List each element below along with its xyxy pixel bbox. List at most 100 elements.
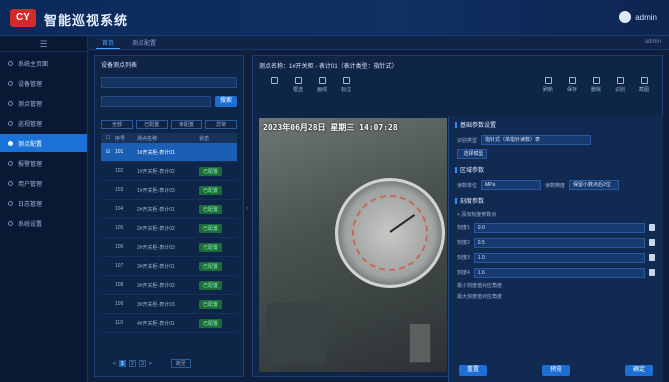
tag-icon	[342, 77, 350, 84]
delete-icon[interactable]	[649, 254, 655, 261]
top-header: CY 智能巡视系统 admin	[0, 0, 669, 36]
filter-chip-configured[interactable]: 已配置	[135, 120, 168, 129]
table-row[interactable]: 108 3#开关柜-表计02 已配置	[101, 276, 237, 295]
unit-input[interactable]: MPa	[481, 180, 542, 190]
search-button[interactable]: 搜索	[215, 96, 237, 107]
precision-select[interactable]: 保留小数点后2位	[569, 180, 620, 190]
scale-param-row: 刻度2 0.5	[449, 235, 663, 250]
preview-button[interactable]: 预览	[542, 365, 570, 376]
table-row[interactable]: 109 3#开关柜-表计03 已配置	[101, 295, 237, 314]
table-row[interactable]: 106 2#开关柜-表计03 已配置	[101, 238, 237, 257]
row-checkbox[interactable]: ☑	[101, 149, 115, 155]
sidebar-item-logs[interactable]: 日志管理	[0, 194, 87, 212]
scale-value-input[interactable]: 1.6	[473, 267, 645, 278]
delete-icon[interactable]	[649, 239, 655, 246]
recognition-type-select[interactable]: 指针式（单指针读数）表	[481, 135, 592, 145]
table-row[interactable]: 110 4#开关柜-表计01 已配置	[101, 314, 237, 333]
table-row[interactable]: 103 1#开关柜-表计03 已配置	[101, 181, 237, 200]
search-input-2[interactable]	[101, 96, 211, 107]
sidebar-item-devices[interactable]: 设备管理	[0, 74, 87, 92]
gear-icon	[8, 220, 13, 226]
tool-tag[interactable]: 标注	[337, 77, 355, 93]
section-region-title: 区域参数	[449, 161, 663, 178]
unit-label: 读数单位	[457, 182, 478, 189]
scale-param-row: 刻度1 0.0	[449, 220, 663, 235]
home-icon	[8, 60, 13, 66]
recognition-type-label: 识别类型	[457, 137, 478, 144]
max-angle-label: 最大刻度值对应角度	[457, 294, 503, 300]
tool-save-right[interactable]: 保存	[563, 77, 581, 93]
pagination: < 1 2 3 > 跳至	[113, 359, 191, 368]
sidebar-item-alarms[interactable]: 报警管理	[0, 154, 87, 172]
sidebar-item-patrol[interactable]: 巡视管理	[0, 114, 87, 132]
config-icon	[8, 140, 13, 146]
reset-button[interactable]: 重置	[459, 365, 487, 376]
brand-logo: CY	[10, 9, 36, 27]
sidebar-item-settings[interactable]: 系统设置	[0, 214, 87, 232]
select-model-button[interactable]: 选择模型	[457, 149, 487, 159]
next-page-button[interactable]: >	[149, 361, 152, 367]
camera-osd-timestamp: 2023年06月28日 星期三 14:07:28	[263, 123, 398, 132]
table-row[interactable]: 105 2#开关柜-表计02 已配置	[101, 219, 237, 238]
status-badge: 已配置	[199, 299, 223, 309]
line-icon	[318, 77, 326, 84]
sidebar-item-points[interactable]: 测点管理	[0, 94, 87, 112]
sidebar-item-users[interactable]: 用户管理	[0, 174, 87, 192]
page-button[interactable]: 2	[128, 360, 136, 367]
search-input-1[interactable]	[101, 77, 237, 88]
tool-save[interactable]	[265, 77, 283, 86]
tab-bar-user: admin	[644, 39, 661, 45]
table-row[interactable]: 104 2#开关柜-表计01 已配置	[101, 200, 237, 219]
scale-param-row: 刻度4 1.6	[449, 265, 663, 280]
min-angle-label: 最小刻度值对应角度	[457, 283, 503, 289]
status-badge: 已配置	[199, 242, 223, 252]
table-row[interactable]: 102 1#开关柜-表计02 已配置	[101, 162, 237, 181]
status-badge: 已配置	[199, 318, 223, 328]
scale-value-input[interactable]: 0.0	[473, 222, 645, 233]
page-button[interactable]: 1	[118, 360, 126, 367]
save-icon	[568, 77, 576, 84]
recognize-icon	[616, 77, 624, 84]
goto-page-input[interactable]: 跳至	[170, 359, 191, 368]
meter-clamp	[409, 323, 431, 363]
tab-bar: 首页 测点配置 admin	[88, 36, 669, 50]
filter-chip-abnormal[interactable]: 异常	[205, 120, 237, 129]
tab-home[interactable]: 首页	[96, 37, 121, 49]
header-status: 状态	[199, 135, 210, 142]
filter-chip-all[interactable]: 全部	[101, 120, 133, 129]
delete-icon[interactable]	[649, 224, 655, 231]
table-row[interactable]: 107 3#开关柜-表计01 已配置	[101, 257, 237, 276]
filter-chip-unconfigured[interactable]: 未配置	[170, 120, 203, 129]
camera-view[interactable]: 2023年06月28日 星期三 14:07:28	[259, 118, 447, 372]
header-no: 序号	[115, 135, 126, 142]
prev-page-button[interactable]: <	[113, 361, 116, 367]
scale-value-input[interactable]: 1.0	[473, 252, 645, 263]
confirm-button[interactable]: 确定	[625, 365, 653, 376]
app-title: 智能巡视系统	[44, 13, 129, 28]
meter-housing	[267, 303, 327, 363]
user-icon	[8, 180, 13, 186]
tab-point-config[interactable]: 测点配置	[126, 37, 162, 48]
page-button[interactable]: 3	[138, 360, 146, 367]
tool-delete[interactable]: 删除	[587, 77, 605, 93]
snapshot-icon	[640, 77, 648, 84]
tool-line[interactable]: 画线	[313, 77, 331, 93]
scale-value-input[interactable]: 0.5	[473, 237, 645, 248]
sidebar-item-point-config[interactable]: 测点配置	[0, 134, 87, 152]
status-badge: 已配置	[199, 223, 223, 233]
tool-refresh[interactable]: 刷新	[539, 77, 557, 93]
add-scale-point-link[interactable]: + 添加刻度参数点	[449, 209, 663, 220]
header-name: 测点名称	[137, 135, 158, 142]
user-menu[interactable]: admin	[619, 11, 657, 23]
tool-recognize[interactable]: 识别	[611, 77, 629, 93]
menu-icon[interactable]: ☰	[0, 36, 87, 52]
chevron-left-icon[interactable]: ‹	[246, 205, 248, 212]
sidebar-item-home[interactable]: 系统主页面	[0, 54, 87, 72]
tool-select[interactable]: 框选	[289, 77, 307, 93]
table-row[interactable]: ☑ 101 1#开关柜-表计01	[101, 143, 237, 162]
delete-icon[interactable]	[649, 269, 655, 276]
pressure-gauge	[335, 178, 445, 288]
tool-snapshot[interactable]: 截图	[635, 77, 653, 93]
precision-label: 读数精度	[545, 182, 566, 189]
header-checkbox[interactable]: ☐	[101, 135, 115, 141]
